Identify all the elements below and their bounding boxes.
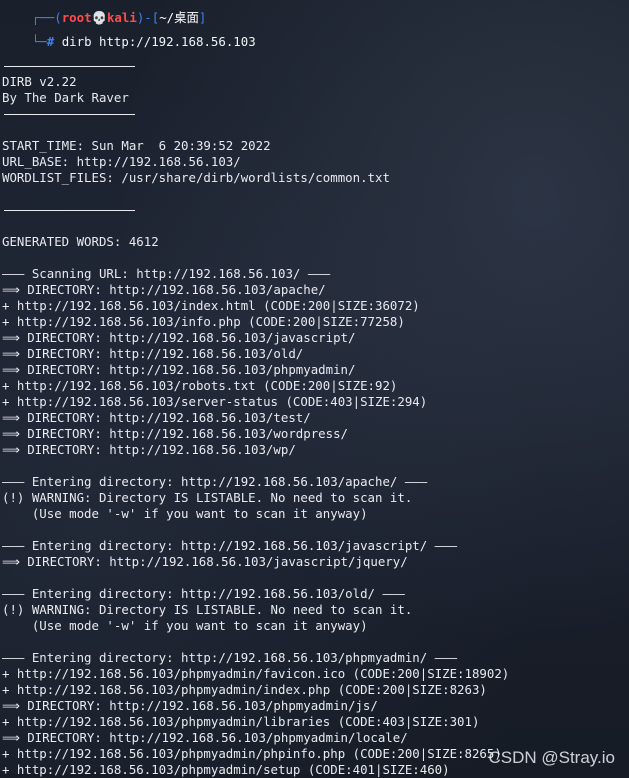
output-line: + http://192.168.56.103/phpmyadmin/libra… (2, 714, 480, 729)
output-line: ⟹ DIRECTORY: http://192.168.56.103/wordp… (2, 426, 348, 441)
output-line: ——— Entering directory: http://192.168.5… (2, 474, 428, 489)
output-line: (!) WARNING: Directory IS LISTABLE. No n… (2, 490, 413, 505)
output-line: By The Dark Raver (2, 90, 129, 105)
output-line: ⟹ DIRECTORY: http://192.168.56.103/javas… (2, 554, 408, 569)
output-line: ⟹ DIRECTORY: http://192.168.56.103/phpmy… (2, 730, 408, 745)
command-text: dirb http://192.168.56.103 (61, 34, 256, 49)
output-line: + http://192.168.56.103/server-status (C… (2, 394, 428, 409)
output-line: WORDLIST_FILES: /usr/share/dirb/wordlist… (2, 170, 390, 185)
output-line: + http://192.168.56.103/info.php (CODE:2… (2, 314, 405, 329)
output-line: + http://192.168.56.103/phpmyadmin/index… (2, 682, 487, 697)
output-line: ⟹ DIRECTORY: http://192.168.56.103/old/ (2, 346, 304, 361)
output-line: (!) WARNING: Directory IS LISTABLE. No n… (2, 602, 413, 617)
output-line: ⟹ DIRECTORY: http://192.168.56.103/phpmy… (2, 698, 378, 713)
output-line: ——— Entering directory: http://192.168.5… (2, 586, 405, 601)
output-line: + http://192.168.56.103/phpmyadmin/setup… (2, 762, 450, 777)
prompt-symbol: # (46, 34, 55, 49)
output-line: START_TIME: Sun Mar 6 20:39:52 2022 (2, 138, 271, 153)
watermark-text: CSDN @Stray.io (488, 748, 615, 767)
separator-rule (4, 114, 135, 115)
output-line: ⟹ DIRECTORY: http://192.168.56.103/javas… (2, 330, 356, 345)
output-line: ⟹ DIRECTORY: http://192.168.56.103/apach… (2, 282, 326, 297)
output-line: + http://192.168.56.103/phpmyadmin/phpin… (2, 746, 502, 761)
command-line[interactable]: └─# dirb http://192.168.56.103 (2, 18, 256, 49)
output-line: ⟹ DIRECTORY: http://192.168.56.103/phpmy… (2, 362, 356, 377)
separator-rule (4, 210, 135, 211)
output-line: + http://192.168.56.103/phpmyadmin/favic… (2, 666, 510, 681)
output-line: + http://192.168.56.103/robots.txt (CODE… (2, 378, 398, 393)
output-line: ⟹ DIRECTORY: http://192.168.56.103/test/ (2, 410, 311, 425)
output-line: URL_BASE: http://192.168.56.103/ (2, 154, 241, 169)
output-line: (Use mode '-w' if you want to scan it an… (2, 618, 368, 633)
output-line: ⟹ DIRECTORY: http://192.168.56.103/wp/ (2, 442, 296, 457)
output-line: DIRB v2.22 (2, 74, 77, 89)
output-line: + http://192.168.56.103/index.html (CODE… (2, 298, 420, 313)
output-line: ——— Scanning URL: http://192.168.56.103/… (2, 266, 331, 281)
output-line: GENERATED WORDS: 4612 (2, 234, 159, 249)
prompt-line: ┌──(root💀kali)-[~/桌面] (31, 10, 207, 25)
terminal-window[interactable]: ┌──(root💀kali)-[~/桌面] └─# dirb http://19… (2, 0, 629, 777)
output-line: ——— Entering directory: http://192.168.5… (2, 650, 458, 665)
output-line: (Use mode '-w' if you want to scan it an… (2, 506, 368, 521)
output-line: ——— Entering directory: http://192.168.5… (2, 538, 458, 553)
separator-rule (4, 66, 135, 67)
